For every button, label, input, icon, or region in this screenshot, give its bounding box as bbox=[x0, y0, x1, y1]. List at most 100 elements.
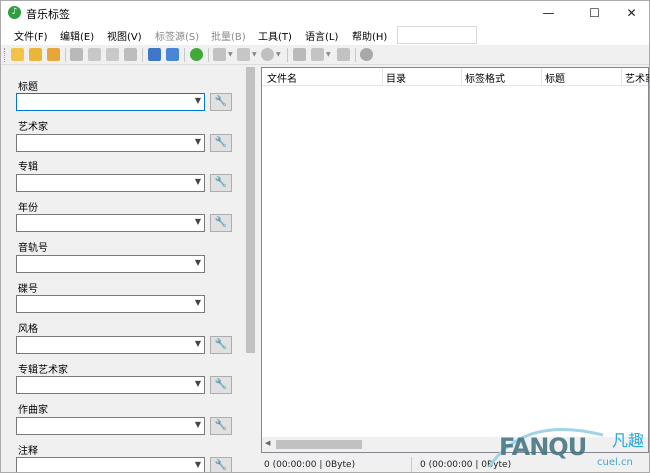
chevron-down-icon[interactable]: ▼ bbox=[195, 460, 201, 469]
genre-tool-button[interactable]: 🔧 bbox=[210, 336, 232, 354]
field-label-album: 专辑 bbox=[18, 162, 38, 173]
tag-format-icon[interactable] bbox=[237, 48, 250, 61]
comment-combo[interactable]: ▼ bbox=[16, 457, 205, 472]
watermark-url: cuel.cn bbox=[597, 457, 633, 468]
panel-scrollbar[interactable] bbox=[244, 67, 257, 460]
chevron-left-icon[interactable]: ◀ bbox=[265, 439, 270, 447]
album-tool-button[interactable]: 🔧 bbox=[210, 174, 232, 192]
chevron-down-icon[interactable]: ▼ bbox=[195, 420, 201, 429]
chevron-down-icon[interactable]: ▼ bbox=[252, 51, 257, 58]
track-combo[interactable]: ▼ bbox=[16, 255, 205, 273]
field-label-title: 标题 bbox=[18, 82, 38, 93]
status-selected: 0 (00:00:00 | 0Byte) bbox=[264, 460, 356, 470]
delete-icon[interactable] bbox=[88, 48, 101, 61]
music-tag-app-icon: ♪ bbox=[8, 6, 21, 19]
magic-wand-icon[interactable] bbox=[293, 48, 306, 61]
column-directory[interactable]: 目录 bbox=[386, 70, 406, 85]
column-divider[interactable] bbox=[541, 68, 542, 86]
toolbar-grip[interactable] bbox=[4, 48, 7, 62]
menu-language[interactable]: 语言(L) bbox=[305, 28, 338, 43]
save-icon[interactable] bbox=[70, 48, 83, 61]
toolbar-separator bbox=[355, 48, 356, 62]
watermark-logo: FANQU bbox=[499, 433, 587, 461]
chevron-down-icon[interactable]: ▼ bbox=[195, 96, 201, 105]
chevron-down-icon[interactable]: ▼ bbox=[195, 137, 201, 146]
grid-view-icon[interactable] bbox=[148, 48, 161, 61]
title-combo[interactable]: ▼ bbox=[16, 93, 205, 111]
paste-icon[interactable] bbox=[337, 48, 350, 61]
chevron-down-icon[interactable]: ▼ bbox=[195, 258, 201, 267]
field-label-comment: 注释 bbox=[18, 446, 38, 457]
album-artist-combo[interactable]: ▼ bbox=[16, 376, 205, 394]
window-title: 音乐标签 bbox=[26, 8, 70, 21]
toolbar-separator bbox=[65, 48, 66, 62]
copy-icon[interactable] bbox=[311, 48, 324, 61]
cover-icon[interactable] bbox=[213, 48, 226, 61]
open-folder-icon[interactable] bbox=[11, 48, 24, 61]
artist-combo[interactable]: ▼ bbox=[16, 134, 205, 152]
open-files-icon[interactable] bbox=[47, 48, 60, 61]
file-list[interactable]: 文件名 目录 标签格式 标题 艺术家 ◀ bbox=[261, 67, 649, 453]
menu-search-box[interactable] bbox=[397, 26, 477, 44]
menu-edit[interactable]: 编辑(E) bbox=[60, 28, 94, 43]
disc-combo[interactable]: ▼ bbox=[16, 295, 205, 313]
chevron-down-icon[interactable]: ▼ bbox=[326, 51, 331, 58]
watermark-cn: 凡趣 bbox=[612, 431, 645, 450]
chevron-down-icon[interactable]: ▼ bbox=[195, 379, 201, 388]
toolbar-separator bbox=[287, 48, 288, 62]
year-tool-button[interactable]: 🔧 bbox=[210, 214, 232, 232]
chevron-down-icon[interactable]: ▼ bbox=[195, 177, 201, 186]
menu-bar: 文件(F) 编辑(E) 视图(V) 标签源(S) 批量(B) 工具(T) 语言(… bbox=[1, 25, 649, 45]
title-tool-button[interactable]: 🔧 bbox=[210, 93, 232, 111]
field-label-genre: 风格 bbox=[18, 324, 38, 335]
column-divider[interactable] bbox=[621, 68, 622, 86]
app-window: ♪ 音乐标签 — ☐ ✕ 文件(F) 编辑(E) 视图(V) 标签源(S) 批量… bbox=[0, 0, 650, 473]
column-tag-format[interactable]: 标签格式 bbox=[465, 70, 505, 85]
scrollbar-thumb[interactable] bbox=[276, 440, 362, 449]
composer-combo[interactable]: ▼ bbox=[16, 417, 205, 435]
status-divider bbox=[411, 457, 412, 472]
chevron-down-icon[interactable]: ▼ bbox=[195, 339, 201, 348]
column-divider[interactable] bbox=[382, 68, 383, 86]
close-button[interactable]: ✕ bbox=[609, 1, 649, 25]
menu-help[interactable]: 帮助(H) bbox=[352, 28, 387, 43]
column-title[interactable]: 标题 bbox=[545, 70, 565, 85]
column-filename[interactable]: 文件名 bbox=[267, 70, 297, 85]
add-folder-icon[interactable] bbox=[29, 48, 42, 61]
watermark: FANQU 凡趣 cuel.cn bbox=[485, 423, 649, 472]
chevron-down-icon[interactable]: ▼ bbox=[195, 217, 201, 226]
settings-gear-icon[interactable] bbox=[360, 48, 373, 61]
field-label-album-artist: 专辑艺术家 bbox=[18, 365, 68, 376]
chevron-down-icon[interactable]: ▼ bbox=[195, 298, 201, 307]
menu-batch[interactable]: 批量(B) bbox=[211, 28, 246, 43]
menu-tools[interactable]: 工具(T) bbox=[258, 28, 292, 43]
refresh-icon[interactable] bbox=[190, 48, 203, 61]
album-artist-tool-button[interactable]: 🔧 bbox=[210, 376, 232, 394]
menu-view[interactable]: 视图(V) bbox=[107, 28, 142, 43]
column-artist[interactable]: 艺术家 bbox=[625, 70, 649, 85]
field-label-disc: 碟号 bbox=[18, 284, 38, 295]
toolbar-separator bbox=[208, 48, 209, 62]
chevron-down-icon[interactable]: ▼ bbox=[276, 51, 281, 58]
year-combo[interactable]: ▼ bbox=[16, 214, 205, 232]
table-view-icon[interactable] bbox=[166, 48, 179, 61]
scrollbar-thumb[interactable] bbox=[246, 67, 255, 353]
toolbar-separator bbox=[184, 48, 185, 62]
wrench-icon[interactable] bbox=[124, 48, 137, 61]
disc-icon[interactable] bbox=[261, 48, 274, 61]
album-combo[interactable]: ▼ bbox=[16, 174, 205, 192]
field-label-composer: 作曲家 bbox=[18, 405, 48, 416]
field-label-year: 年份 bbox=[18, 203, 38, 214]
column-divider[interactable] bbox=[461, 68, 462, 86]
tag-book-icon[interactable] bbox=[106, 48, 119, 61]
title-bar: ♪ 音乐标签 — ☐ ✕ bbox=[1, 1, 649, 25]
field-label-artist: 艺术家 bbox=[18, 122, 48, 133]
menu-file[interactable]: 文件(F) bbox=[14, 28, 48, 43]
chevron-down-icon[interactable]: ▼ bbox=[228, 51, 233, 58]
artist-tool-button[interactable]: 🔧 bbox=[210, 134, 232, 152]
comment-tool-button[interactable]: 🔧 bbox=[210, 457, 232, 472]
genre-combo[interactable]: ▼ bbox=[16, 336, 205, 354]
menu-tag-source[interactable]: 标签源(S) bbox=[155, 28, 199, 43]
minimize-button[interactable]: — bbox=[526, 1, 571, 25]
composer-tool-button[interactable]: 🔧 bbox=[210, 417, 232, 435]
